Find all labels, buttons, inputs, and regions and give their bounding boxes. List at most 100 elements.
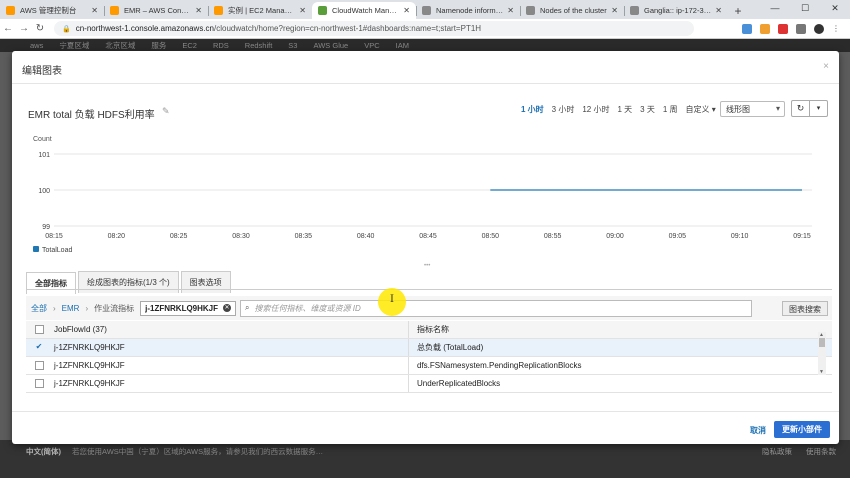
extension-icon[interactable] — [778, 23, 788, 34]
metric-name-cell: 总负载 (TotalLoad) — [408, 339, 832, 356]
edit-pencil-icon[interactable]: ✎ — [162, 106, 170, 117]
privacy-link[interactable]: 隐私政策 — [762, 446, 792, 457]
close-icon[interactable]: × — [823, 61, 829, 72]
select-all-checkbox[interactable] — [26, 325, 52, 334]
extension-icon[interactable] — [760, 23, 770, 34]
aws-nav-item[interactable]: S3 — [288, 41, 297, 50]
cancel-button[interactable]: 取消 — [750, 425, 766, 436]
extension-icon[interactable] — [796, 23, 806, 34]
url-input[interactable]: 🔒 cn-northwest-1.console.amazonaws.cn/cl… — [54, 21, 694, 36]
close-tab-icon[interactable]: ✕ — [299, 6, 306, 15]
row-checkbox[interactable] — [26, 379, 52, 388]
terms-link[interactable]: 使用条款 — [806, 446, 836, 457]
remove-token-icon[interactable]: ✕ — [223, 304, 232, 312]
close-tab-icon[interactable]: ✕ — [715, 6, 722, 15]
aws-nav-item[interactable]: AWS Glue — [313, 41, 348, 50]
refresh-control: ↻ ▾ — [791, 100, 828, 117]
scroll-down-icon[interactable]: ▼ — [819, 369, 824, 375]
avatar[interactable] — [814, 23, 824, 34]
browser-tab[interactable]: Nodes of the cluster ✕ — [520, 2, 624, 19]
lock-icon: 🔒 — [62, 25, 71, 33]
table-row[interactable]: j-1ZFNRKLQ9HKJF UnderReplicatedBlocks — [26, 375, 832, 393]
aws-nav-item[interactable]: VPC — [364, 41, 379, 50]
url-domain: cn-northwest-1.console.amazonaws.cn — [75, 24, 215, 33]
minimize-icon[interactable]: — — [760, 0, 790, 19]
metric-name-cell: UnderReplicatedBlocks — [408, 375, 832, 392]
browser-tab-title: AWS 管理控制台 — [20, 6, 77, 15]
time-range-option[interactable]: 3 小时 — [552, 104, 575, 115]
aws-nav-item[interactable]: aws — [30, 41, 43, 50]
new-tab-button[interactable]: + — [728, 2, 748, 19]
chart-title[interactable]: EMR total 负载 HDFS利用率 — [28, 106, 155, 121]
x-tick-label: 08:55 — [544, 233, 562, 240]
aws-nav-item[interactable]: 宁夏区域 — [59, 40, 89, 51]
modal-footer: 取消 更新小部件 — [12, 411, 839, 444]
browser-tab[interactable]: Namenode informati… ✕ — [416, 2, 520, 19]
close-tab-icon[interactable]: ✕ — [91, 6, 98, 15]
close-tab-icon[interactable]: ✕ — [403, 6, 410, 15]
menu-icon[interactable]: ⋮ — [832, 24, 840, 34]
aws-nav-item[interactable]: RDS — [213, 41, 229, 50]
time-range-option[interactable]: 1 小时 — [521, 104, 544, 115]
update-widget-button[interactable]: 更新小部件 — [774, 421, 830, 438]
back-icon[interactable]: ← — [0, 23, 16, 34]
maximize-icon[interactable]: ☐ — [790, 0, 820, 19]
table-row[interactable]: ✔ j-1ZFNRKLQ9HKJF 总负载 (TotalLoad) — [26, 339, 832, 357]
table-row[interactable]: j-1ZFNRKLQ9HKJF dfs.FSNamesystem.PendingR… — [26, 357, 832, 375]
breadcrumb-all[interactable]: 全部 — [31, 303, 47, 314]
search-icon: ⌕ — [245, 303, 250, 312]
refresh-dropdown-icon[interactable]: ▾ — [809, 101, 827, 116]
breadcrumb-namespace[interactable]: EMR — [62, 304, 80, 313]
resize-grip-icon[interactable]: ••• — [424, 263, 430, 269]
time-range-option[interactable]: 1 天 — [617, 104, 632, 115]
scroll-thumb[interactable] — [819, 338, 825, 347]
column-header-metric[interactable]: 指标名称 — [408, 321, 832, 338]
y-axis-label: Count — [33, 136, 52, 143]
close-tab-icon[interactable]: ✕ — [195, 6, 202, 15]
language-selector[interactable]: 中文(简体) — [26, 446, 61, 457]
refresh-icon[interactable]: ↻ — [792, 101, 809, 116]
aws-nav-item[interactable]: 服务 — [151, 40, 166, 51]
filter-token[interactable]: j-1ZFNRKLQ9HKJF ✕ — [140, 300, 237, 316]
row-checkbox[interactable] — [26, 361, 52, 370]
metric-table: JobFlowId (37) 指标名称 ✔ j-1ZFNRKLQ9HKJF 总负载 … — [26, 321, 832, 393]
x-tick-label: 09:05 — [669, 233, 687, 240]
close-tab-icon[interactable]: ✕ — [611, 6, 618, 15]
breadcrumb-dimension: 作业流指标 — [94, 303, 135, 313]
metric-tab[interactable]: 全部指标 — [26, 272, 76, 294]
favicon-icon — [526, 6, 535, 15]
x-tick-label: 08:25 — [170, 233, 188, 240]
x-tick-label: 08:35 — [295, 233, 313, 240]
aws-nav-item[interactable]: EC2 — [182, 41, 197, 50]
browser-tab[interactable]: Ganglia:: ip-172-31-… ✕ — [624, 2, 728, 19]
browser-tab[interactable]: EMR – AWS Console ✕ — [104, 2, 208, 19]
close-tab-icon[interactable]: ✕ — [507, 6, 514, 15]
x-tick-label: 08:40 — [357, 233, 375, 240]
time-range-option[interactable]: 自定义 ▾ — [685, 104, 715, 115]
favicon-icon — [630, 6, 639, 15]
column-header-jobflowid[interactable]: JobFlowId (37) — [52, 325, 408, 334]
footer-text: 若您使用AWS中国（宁夏）区域的AWS服务，请参见我们的西云数据服务… — [72, 447, 324, 456]
time-range-option[interactable]: 3 天 — [640, 104, 655, 115]
extension-icon[interactable] — [742, 23, 752, 34]
chart-type-select[interactable]: 线形图 — [720, 101, 785, 117]
forward-icon[interactable]: → — [16, 23, 32, 34]
aws-nav-item[interactable]: Redshift — [245, 41, 273, 50]
row-checkbox[interactable]: ✔ — [26, 343, 52, 352]
close-window-icon[interactable]: ✕ — [820, 0, 850, 19]
aws-nav-item[interactable]: IAM — [396, 41, 409, 50]
browser-tab[interactable]: CloudWatch Manag… ✕ — [312, 2, 416, 19]
favicon-icon — [6, 6, 15, 15]
y-tick-label: 101 — [38, 152, 50, 159]
table-scrollbar[interactable]: ▲ ▼ — [818, 332, 826, 375]
time-range-option[interactable]: 1 周 — [663, 104, 678, 115]
metric-search-input[interactable]: ⌕ 搜索任何指标、维度或资源 ID — [240, 299, 753, 317]
time-range-option[interactable]: 12 小时 — [582, 104, 609, 115]
reload-icon[interactable]: ↻ — [32, 23, 48, 34]
edit-graph-modal: 编辑图表 × EMR total 负载 HDFS利用率 ✎ 1 小时 3 小时 12… — [12, 51, 839, 444]
jobflow-id-cell: j-1ZFNRKLQ9HKJF — [54, 343, 125, 352]
aws-nav-item[interactable]: 北京区域 — [105, 40, 135, 51]
browser-tab[interactable]: 实例 | EC2 Managem… ✕ — [208, 2, 312, 19]
graph-search-button[interactable]: 图表搜索 — [782, 300, 828, 316]
browser-tab[interactable]: AWS 管理控制台 ✕ — [0, 2, 104, 19]
